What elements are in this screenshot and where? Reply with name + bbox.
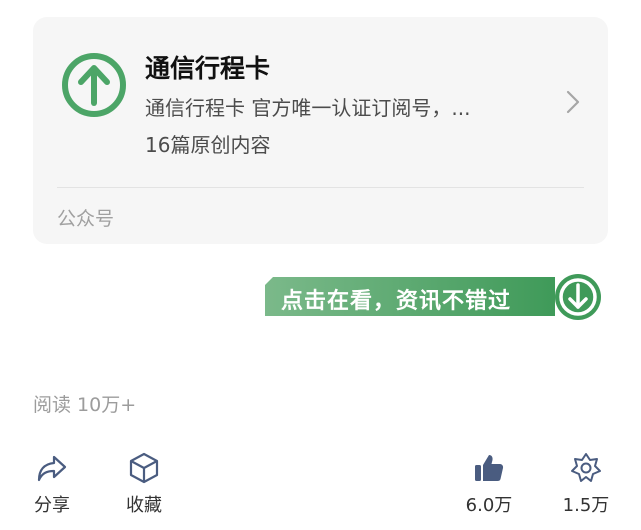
cube-icon — [129, 452, 159, 484]
like-count: 6.0万 — [465, 495, 513, 516]
read-count: 阅读 10万+ — [33, 394, 137, 416]
account-name: 通信行程卡 — [145, 54, 271, 83]
thumbs-up-icon — [475, 455, 504, 481]
share-button[interactable]: 分享 — [22, 451, 82, 517]
favorite-button[interactable]: 收藏 — [114, 451, 174, 517]
follow-banner[interactable]: 点击在看，资讯不错过 — [265, 277, 555, 316]
chevron-right-icon — [566, 90, 580, 114]
favorite-label: 收藏 — [126, 495, 162, 516]
account-type-label: 公众号 — [57, 208, 115, 230]
wow-button[interactable]: 1.5万 — [556, 451, 616, 517]
like-button[interactable]: 6.0万 — [459, 451, 519, 517]
share-icon — [37, 455, 67, 482]
article-footer: 通信行程卡 通信行程卡 官方唯一认证订阅号，... 16篇原创内容 公众号 点击… — [0, 0, 641, 530]
card-divider — [57, 187, 584, 188]
up-arrow-circle-icon — [62, 53, 126, 117]
original-article-count: 16篇原创内容 — [145, 133, 271, 157]
wow-count: 1.5万 — [562, 495, 610, 516]
share-label: 分享 — [34, 495, 70, 516]
account-description: 通信行程卡 官方唯一认证订阅号，... — [145, 96, 471, 120]
banner-text: 点击在看，资讯不错过 — [281, 289, 512, 314]
star-flower-icon — [571, 453, 601, 482]
down-arrow-circle-icon[interactable] — [553, 272, 603, 322]
official-account-card[interactable]: 通信行程卡 通信行程卡 官方唯一认证订阅号，... 16篇原创内容 公众号 — [33, 17, 608, 244]
